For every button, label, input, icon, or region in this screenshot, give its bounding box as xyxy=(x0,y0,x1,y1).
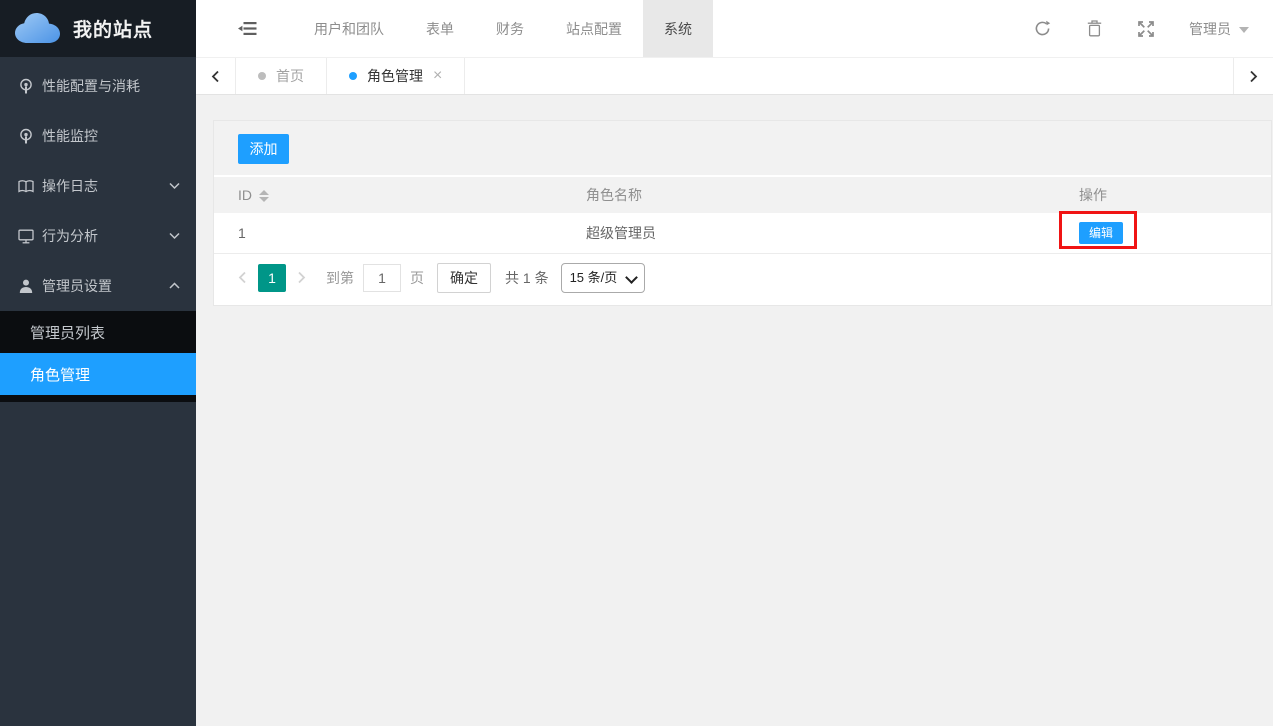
edit-button[interactable]: 编辑 xyxy=(1079,222,1123,244)
page-size-select[interactable]: 15 条/页 xyxy=(561,263,645,293)
prev-page-icon[interactable] xyxy=(238,271,247,284)
nav-item-site-config[interactable]: 站点配置 xyxy=(545,0,643,57)
page-size-select-wrap: 15 条/页 xyxy=(561,263,645,293)
tab-role-management[interactable]: 角色管理 × xyxy=(327,58,465,94)
total-count-label: 共 1 条 xyxy=(505,268,549,288)
cell-id: 1 xyxy=(214,213,586,253)
cloud-logo-icon xyxy=(14,13,60,44)
podcast-icon xyxy=(18,78,34,94)
nav-item-users-teams[interactable]: 用户和团队 xyxy=(293,0,405,57)
column-header-actions: 操作 xyxy=(1079,177,1271,213)
tab-status-dot xyxy=(258,72,266,80)
chevron-up-icon xyxy=(169,283,180,290)
tab-status-dot xyxy=(349,72,357,80)
table-toolbar: 添加 xyxy=(214,121,1271,177)
nav-item-label: 用户和团队 xyxy=(314,19,384,39)
submenu-item-admin-list[interactable]: 管理员列表 xyxy=(0,311,196,353)
top-nav-items: 用户和团队 表单 财务 站点配置 系统 xyxy=(293,0,713,57)
sort-icon[interactable] xyxy=(259,190,269,202)
current-page-button[interactable]: 1 xyxy=(258,264,286,292)
sidebar-item-label: 性能监控 xyxy=(42,126,98,146)
sidebar-item-behavior-analysis[interactable]: 行为分析 xyxy=(0,211,196,261)
chevron-down-icon xyxy=(169,233,180,240)
main-area: 用户和团队 表单 财务 站点配置 系统 xyxy=(196,0,1273,726)
page-unit-label: 页 xyxy=(410,268,424,288)
tab-label: 首页 xyxy=(276,66,304,86)
user-name-label: 管理员 xyxy=(1189,19,1231,39)
role-panel: 添加 ID 角色名称 操作 xyxy=(213,120,1272,306)
podcast-icon xyxy=(18,128,34,144)
nav-item-forms[interactable]: 表单 xyxy=(405,0,475,57)
sidebar-item-performance-monitor[interactable]: 性能监控 xyxy=(0,111,196,161)
goto-page-label: 到第 xyxy=(326,268,354,288)
roles-table: ID 角色名称 操作 1 超级管理员 编辑 xyxy=(214,177,1271,254)
submenu-item-role-management[interactable]: 角色管理 xyxy=(0,353,196,395)
content-area: 添加 ID 角色名称 操作 xyxy=(196,95,1273,726)
trash-icon[interactable] xyxy=(1085,20,1103,38)
top-navbar: 用户和团队 表单 财务 站点配置 系统 xyxy=(196,0,1273,57)
tab-home[interactable]: 首页 xyxy=(236,58,327,94)
topnav-right-tools: 管理员 xyxy=(999,19,1249,39)
sidebar-item-label: 性能配置与消耗 xyxy=(42,76,140,96)
table-header-row: ID 角色名称 操作 xyxy=(214,177,1271,213)
site-logo[interactable]: 我的站点 xyxy=(0,0,196,57)
nav-item-system[interactable]: 系统 xyxy=(643,0,713,57)
nav-item-label: 系统 xyxy=(664,19,692,39)
column-header-role-name: 角色名称 xyxy=(586,177,1079,213)
sidebar-item-label: 管理员设置 xyxy=(42,276,112,296)
cell-actions: 编辑 xyxy=(1079,213,1271,253)
submenu-item-label: 管理员列表 xyxy=(30,322,105,343)
site-title: 我的站点 xyxy=(73,15,153,42)
page-tabbar: 首页 角色管理 × xyxy=(196,57,1273,95)
column-label: 操作 xyxy=(1079,187,1107,203)
table-row: 1 超级管理员 编辑 xyxy=(214,213,1271,253)
tabs-scroll-right-icon[interactable] xyxy=(1233,58,1273,94)
caret-down-icon xyxy=(1239,27,1249,33)
nav-item-finance[interactable]: 财务 xyxy=(475,0,545,57)
book-icon xyxy=(18,178,34,194)
submenu-item-label: 角色管理 xyxy=(30,364,90,385)
refresh-icon[interactable] xyxy=(1033,20,1051,38)
tab-close-icon[interactable]: × xyxy=(433,68,442,84)
sidebar-item-admin-settings[interactable]: 管理员设置 xyxy=(0,261,196,311)
pagination-bar: 1 到第 页 确定 共 1 条 15 条/页 xyxy=(214,254,1271,305)
sidebar-item-performance-config[interactable]: 性能配置与消耗 xyxy=(0,61,196,111)
confirm-button[interactable]: 确定 xyxy=(437,263,491,293)
nav-item-label: 财务 xyxy=(496,19,524,39)
page-number-input[interactable] xyxy=(363,264,401,292)
column-label: ID xyxy=(238,187,252,203)
next-page-icon[interactable] xyxy=(297,271,306,284)
tabs-scroll-left-icon[interactable] xyxy=(196,58,236,94)
add-button[interactable]: 添加 xyxy=(238,134,289,164)
sidebar-item-label: 操作日志 xyxy=(42,176,98,196)
user-dropdown[interactable]: 管理员 xyxy=(1189,19,1249,39)
column-label: 角色名称 xyxy=(586,187,642,203)
nav-item-label: 表单 xyxy=(426,19,454,39)
user-icon xyxy=(18,278,34,294)
sidebar: 我的站点 性能配置与消耗 性能监控 xyxy=(0,0,196,726)
fullscreen-icon[interactable] xyxy=(1137,20,1155,38)
sidebar-collapse-icon[interactable] xyxy=(238,21,257,36)
tab-label: 角色管理 xyxy=(367,66,423,86)
sidebar-submenu: 管理员列表 角色管理 xyxy=(0,311,196,402)
sidebar-item-label: 行为分析 xyxy=(42,226,98,246)
monitor-icon xyxy=(18,228,34,244)
app-window: 我的站点 性能配置与消耗 性能监控 xyxy=(0,0,1273,726)
chevron-down-icon xyxy=(169,183,180,190)
cell-role-name: 超级管理员 xyxy=(586,213,1079,253)
sidebar-item-operation-log[interactable]: 操作日志 xyxy=(0,161,196,211)
column-header-id[interactable]: ID xyxy=(214,177,586,213)
sidebar-nav: 性能配置与消耗 性能监控 操作日志 xyxy=(0,57,196,311)
nav-item-label: 站点配置 xyxy=(566,19,622,39)
